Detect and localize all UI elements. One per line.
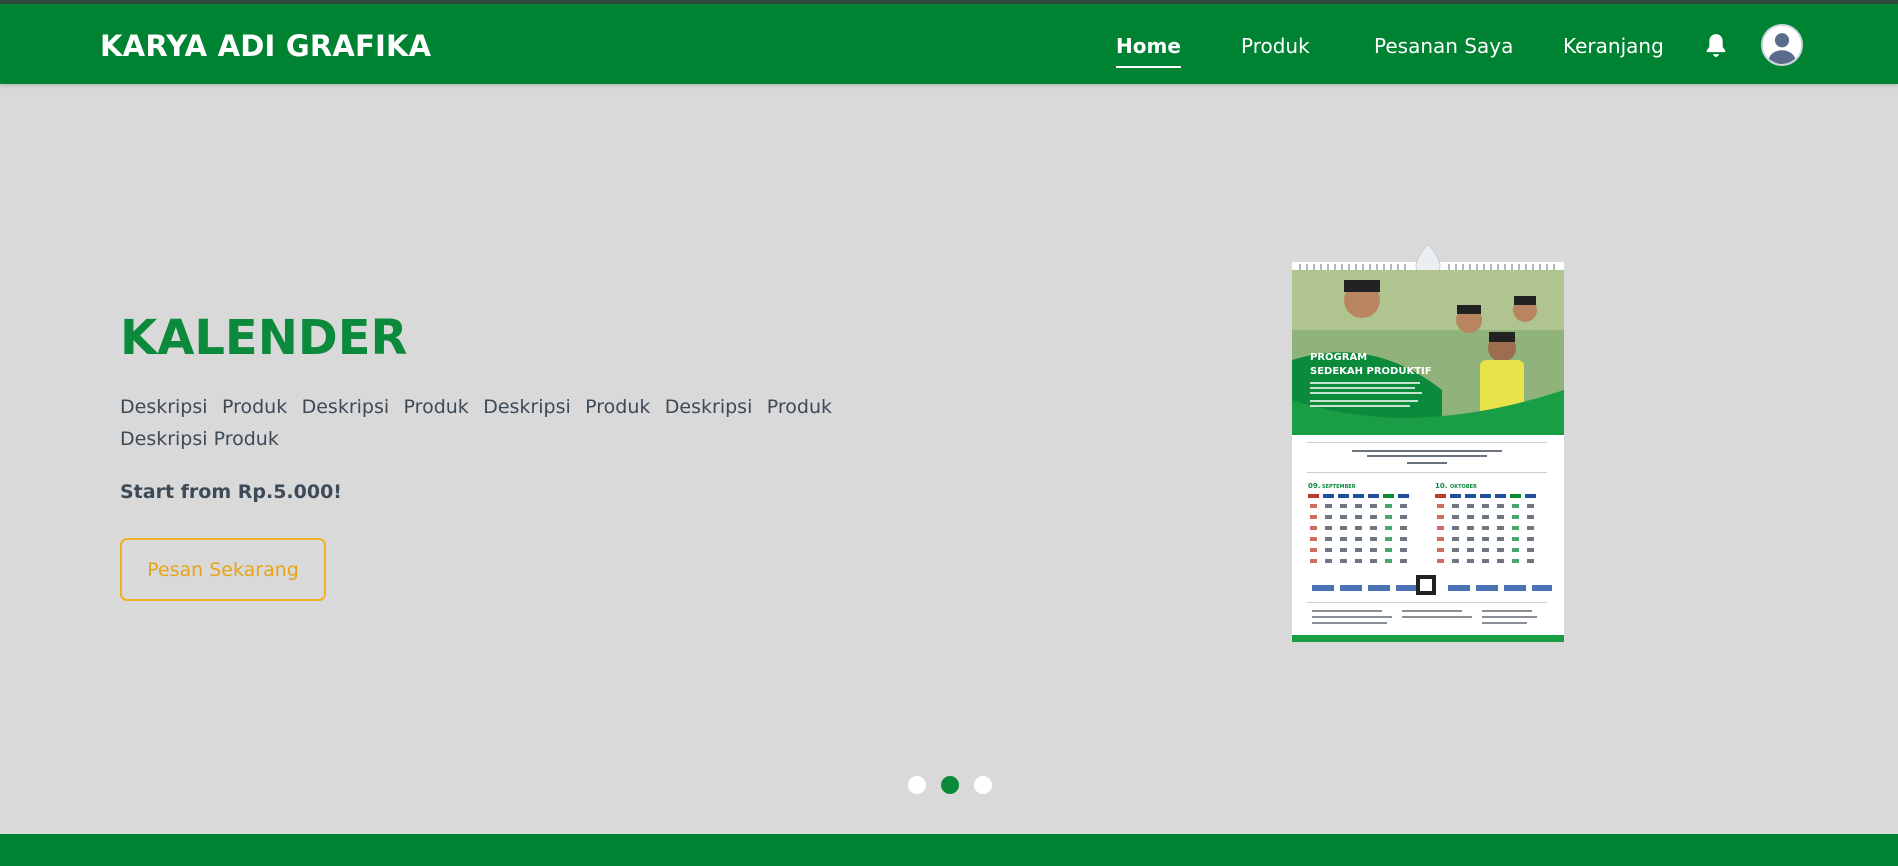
nav-link-home[interactable]: Home — [1116, 34, 1181, 68]
nav-link-label: Home — [1116, 34, 1181, 58]
navbar: KARYA ADI GRAFIKA Home Produk Pesanan Sa… — [0, 4, 1898, 84]
footer-bar — [0, 834, 1898, 866]
nav-link-label: Produk — [1241, 34, 1310, 58]
hero-price: Start from Rp.5.000! — [120, 481, 342, 503]
calendar-heading-line2: SEDEKAH PRODUKTIF — [1310, 366, 1432, 377]
nav-link-keranjang[interactable]: Keranjang — [1563, 34, 1664, 58]
nav-link-pesanan-saya[interactable]: Pesanan Saya — [1374, 34, 1513, 58]
carousel-dot-3[interactable] — [974, 776, 992, 794]
calendar-month2-number: 10. — [1435, 482, 1447, 490]
hero-description: Deskripsi Produk Deskripsi Produk Deskri… — [120, 396, 832, 450]
order-now-button[interactable]: Pesan Sekarang — [120, 538, 326, 601]
calendar-month1-name: SEPTEMBER — [1322, 484, 1356, 490]
user-avatar-icon[interactable] — [1761, 24, 1803, 66]
calendar-heading-line1: PROGRAM — [1310, 352, 1367, 363]
nav-link-produk[interactable]: Produk — [1241, 34, 1310, 58]
nav-link-label: Pesanan Saya — [1374, 34, 1514, 58]
bell-icon[interactable] — [1703, 32, 1729, 60]
carousel-dot-1[interactable] — [908, 776, 926, 794]
carousel-dot-2[interactable] — [941, 776, 959, 794]
calendar-month2-name: OKTOBER — [1450, 484, 1477, 490]
active-nav-underline — [1116, 66, 1181, 68]
brand-logo-text[interactable]: KARYA ADI GRAFIKA — [100, 29, 431, 63]
calendar-product-image: PROGRAM SEDEKAH PRODUKTIF 09. SEPTEMBER … — [1292, 243, 1564, 642]
nav-link-label: Keranjang — [1563, 34, 1664, 58]
hero-title: KALENDER — [120, 310, 408, 366]
calendar-month1-number: 09. — [1308, 482, 1320, 490]
